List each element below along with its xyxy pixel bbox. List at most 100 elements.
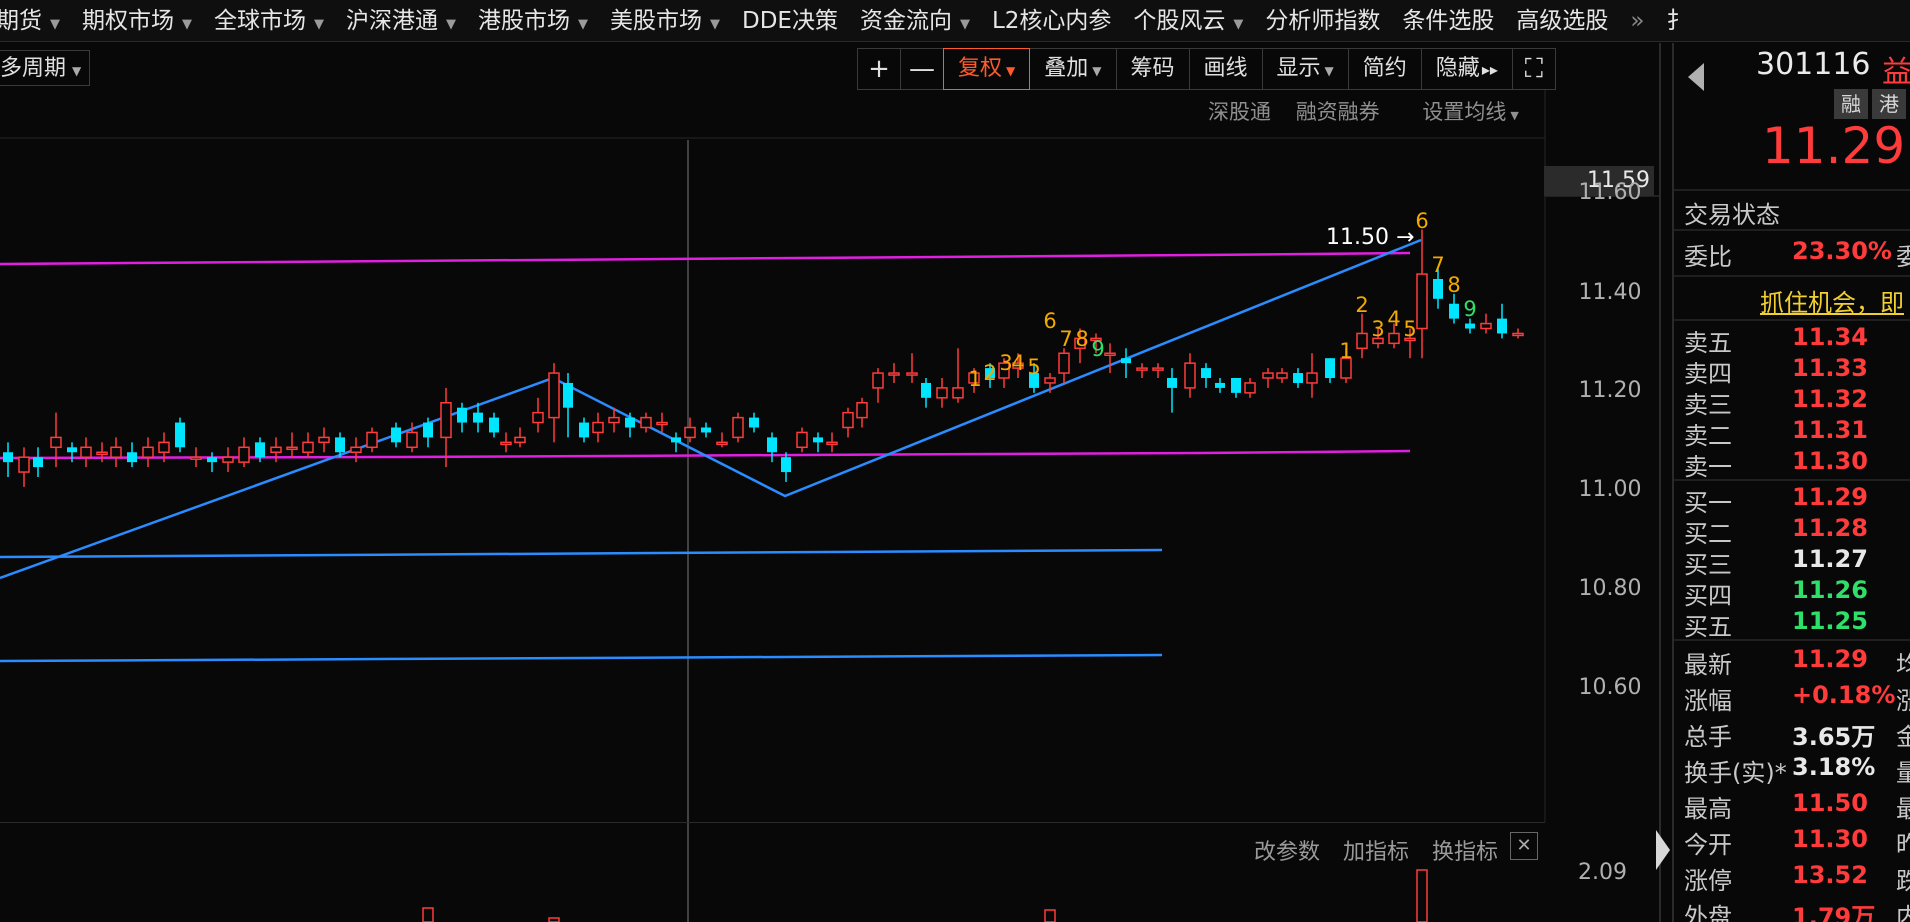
td-count-label: 6 (1415, 209, 1428, 233)
switch-indicator-link[interactable]: 换指标 (1432, 840, 1498, 865)
candle-body (532, 411, 544, 424)
stat-row-trail: 内 (1896, 897, 1910, 922)
stock-name: 益 (1882, 55, 1910, 90)
td-count-label: 8 (1075, 327, 1088, 351)
promo-link[interactable]: 抓住机会，即 (1760, 283, 1904, 318)
price-axis-tick: 11.60 (1578, 180, 1642, 205)
candle-body (1416, 273, 1428, 330)
stat-row-label: 总手 (1684, 723, 1732, 751)
candle-body (1356, 332, 1368, 350)
stat-row-label: 换手(实)* (1684, 759, 1787, 787)
candle-body (548, 372, 560, 419)
price-axis-tick: 11.20 (1578, 378, 1642, 403)
volume-axis-label: 2.09 (1578, 860, 1627, 885)
candle-body (1480, 322, 1492, 330)
candle-body (888, 372, 900, 376)
candle-body (18, 456, 30, 473)
ask-row-value: 11.34 (1792, 323, 1868, 351)
stat-row-trail: 最 (1896, 789, 1910, 824)
chevron-down-icon: ▼ (1006, 64, 1016, 78)
high-price-value: 11.50 (1326, 225, 1389, 250)
candle-body (767, 437, 777, 453)
price-axis-tick: 10.60 (1578, 675, 1642, 700)
candle-body (936, 387, 948, 399)
ask-row-label: 卖四 (1684, 360, 1732, 388)
fuquan-button[interactable]: 复权 ▼ (943, 48, 1031, 90)
volume-bar (422, 907, 434, 922)
td-count-label: 4 (1387, 307, 1400, 331)
stat-row-trail: 金 (1896, 717, 1910, 752)
candle-body (110, 446, 122, 458)
ask-row-value: 11.30 (1792, 447, 1868, 475)
add-indicator-link[interactable]: 加指标 (1343, 840, 1409, 865)
candle-body (500, 441, 512, 446)
candle-body (656, 421, 668, 426)
candle-body (489, 417, 499, 433)
candle-body (1215, 382, 1225, 388)
close-icon[interactable]: ✕ (1510, 832, 1538, 860)
price-axis-tick: 10.80 (1578, 576, 1642, 601)
candle-body (50, 436, 62, 449)
candle-body (406, 431, 418, 449)
candle-body (732, 416, 744, 439)
candle-body (318, 436, 330, 444)
td-count-label: 4 (1011, 351, 1024, 375)
ask-row-value: 11.33 (1792, 354, 1868, 382)
candle-body (142, 446, 154, 458)
candle-body (286, 446, 298, 451)
candle-body (1104, 352, 1116, 356)
candle-body (175, 422, 185, 448)
td-count-label: 6 (1043, 309, 1056, 333)
stock-code: 301116 (1756, 47, 1871, 82)
back-arrow-icon[interactable] (1688, 63, 1704, 91)
stat-row-value: 11.50 (1792, 789, 1868, 817)
candle-body (1152, 367, 1164, 371)
ask-row-label: 卖三 (1684, 391, 1732, 419)
candlestick-chart[interactable]: 1 2 34 567 8 9 123 4 56789 (0, 0, 1910, 922)
candle-body (1044, 377, 1056, 384)
td-count-label: 1 (1339, 339, 1352, 363)
candle-body (1121, 358, 1131, 364)
candle-body (3, 452, 13, 463)
td-count-label: 8 (1447, 273, 1460, 297)
candle-body (1058, 352, 1070, 374)
candle-body (842, 411, 854, 429)
quote-panel: 301116 益 融 港 11.29 交易状态 委比 23.30% 委 抓住机会… (1672, 43, 1910, 922)
candle-body (207, 457, 217, 463)
candle-body (1388, 332, 1400, 345)
candle-body (1201, 368, 1211, 378)
stat-row-trail: 跌 (1896, 861, 1910, 896)
ask-row-value: 11.32 (1792, 385, 1868, 413)
stat-row-label: 涨停 (1684, 867, 1732, 895)
stat-row-value: 11.30 (1792, 825, 1868, 853)
candle-body (350, 446, 362, 453)
stat-row-value: 3.65万 (1792, 723, 1876, 751)
candle-body (1325, 358, 1335, 378)
td-count-label: 7 (1431, 253, 1444, 277)
candle-body (255, 442, 265, 458)
td-count-label: 1 (968, 367, 981, 391)
td-count-label: 9 (1463, 297, 1476, 321)
trade-status-label: 交易状态 (1684, 201, 1780, 229)
candle-body (592, 421, 604, 434)
stat-row-trail: 昨 (1896, 825, 1910, 860)
sub-chart-links: 改参数 加指标 换指标 (1238, 834, 1498, 866)
candle-body (1262, 372, 1274, 379)
td-count-label: 5 (1403, 317, 1416, 341)
candle-body (391, 427, 401, 443)
bid-row-value: 11.27 (1792, 545, 1868, 573)
candle-body (1512, 332, 1524, 337)
candle-body (813, 437, 823, 443)
edit-params-link[interactable]: 改参数 (1254, 840, 1320, 865)
td-count-label: 2 (1355, 293, 1368, 317)
candle-body (80, 446, 92, 458)
candle-body (1306, 372, 1318, 384)
arrow-right-icon: → (1388, 225, 1415, 250)
stat-row-label: 外盘 (1684, 903, 1732, 922)
candle-body (1167, 378, 1177, 388)
stat-row-trail: 量 (1896, 753, 1910, 788)
candle-body (684, 426, 696, 439)
stat-row-value: 13.52 (1792, 861, 1868, 889)
td-count-label: 5 (1027, 355, 1040, 379)
volume-bar (1416, 869, 1428, 922)
